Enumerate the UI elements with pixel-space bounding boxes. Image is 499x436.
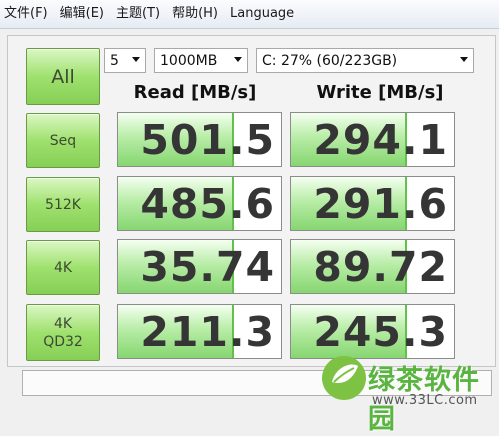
run-4k-button[interactable]: 4K [26,240,100,295]
write-result-4k: 89.72 [290,239,455,294]
read-header: Read [MB/s] [133,82,257,103]
read-value-seq: 501.5 [140,116,275,164]
menu-bar: 文件(F) 编辑(E) 主题(T) 帮助(H) Language [0,0,499,29]
read-result-512k: 485.6 [117,176,282,231]
test-size-select[interactable]: 1000MB [154,48,248,73]
test-count-select[interactable]: 5 [104,48,146,73]
menu-edit[interactable]: 编辑(E) [54,0,110,28]
status-bar [22,370,492,396]
read-result-4k: 35.74 [117,239,282,294]
read-value-512k: 485.6 [140,180,275,228]
run-512k-button[interactable]: 512K [26,177,100,232]
write-result-512k: 291.6 [290,176,455,231]
read-value-4k: 35.74 [140,243,275,291]
drive-value: C: 27% (60/223GB) [262,52,398,69]
run-4k-qd32-button[interactable]: 4K QD32 [26,304,100,361]
menu-file[interactable]: 文件(F) [0,0,54,28]
read-value-4k-qd32: 211.3 [140,308,275,356]
write-value-4k-qd32: 245.3 [313,308,448,356]
menu-language[interactable]: Language [224,0,300,28]
drive-select[interactable]: C: 27% (60/223GB) [256,48,474,73]
write-value-4k: 89.72 [313,243,448,291]
test-size-value: 1000MB [160,52,218,69]
chevron-down-icon [460,57,468,62]
run-seq-button[interactable]: Seq [26,113,100,168]
read-result-seq: 501.5 [117,112,282,167]
chevron-down-icon [132,57,140,62]
write-result-seq: 294.1 [290,112,455,167]
write-result-4k-qd32: 245.3 [290,304,455,359]
menu-theme[interactable]: 主题(T) [110,0,166,28]
chevron-down-icon [234,57,242,62]
write-header: Write [MB/s] [316,82,444,103]
write-value-512k: 291.6 [313,180,448,228]
run-all-button[interactable]: All [26,48,100,105]
menu-help[interactable]: 帮助(H) [166,0,224,28]
read-result-4k-qd32: 211.3 [117,304,282,359]
write-value-seq: 294.1 [313,116,448,164]
test-count-value: 5 [110,52,119,69]
